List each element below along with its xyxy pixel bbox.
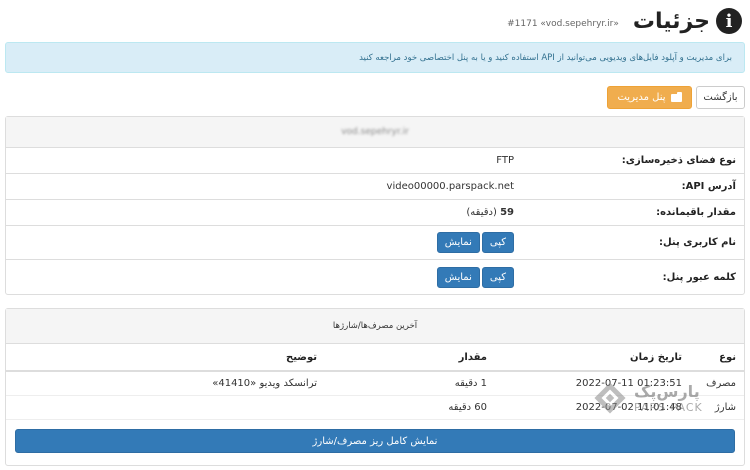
info-alert: برای مدیریت و آپلود فایل‌های ویدیویی می‌… [5,42,745,73]
page-title: جزئیات [632,8,710,34]
remaining-row: مقدار باقیمانده: 59 (دقیقه) [6,200,744,226]
api-address-label: آدرس API: [681,181,736,192]
show-password-button[interactable]: نمایش [436,266,480,288]
panel-password-actions: کپینمایش [6,266,514,288]
parspack-logo-icon [594,382,626,414]
page-subtitle: #1171 «vod.sepehryr.ir» [507,19,619,29]
api-address-row: آدرس API: video00000.parspack.net [6,174,744,200]
remaining-value: 59 (دقیقه) [466,207,514,218]
col-description: توضیح [286,351,317,363]
row-amount: 60 دقیقه [448,402,487,413]
panel-password-row: کلمه عبور پنل: کپینمایش [6,260,744,294]
usage-panel-header: آخرین مصرف‌ها/شارژها [6,309,744,344]
api-address-value: video00000.parspack.net [386,181,514,192]
show-full-usage-button[interactable]: نمایش کامل ریز مصرف/شارژ [15,429,735,453]
page-header: i جزئیات #1171 «vod.sepehryr.ir» [8,6,742,36]
info-circle-icon: i [716,8,742,34]
remaining-label: مقدار باقیمانده: [656,207,736,218]
details-panel: vod.sepehryr.ir نوع فضای ذخیره‌سازی: FTP… [5,116,745,295]
details-panel-header: vod.sepehryr.ir [6,117,744,148]
parspack-logo: پارس‌پک PARS PACK [592,377,722,419]
panel-username-row: نام کاربری پنل: کپینمایش [6,226,744,260]
storage-type-label: نوع فضای ذخیره‌سازی: [621,155,736,166]
panel-username-label: نام کاربری پنل: [658,237,736,248]
logo-text-en: PARS PACK [634,400,703,414]
col-amount: مقدار [458,351,487,363]
info-alert-text: برای مدیریت و آپلود فایل‌های ویدیویی می‌… [359,52,732,63]
domain-name: vod.sepehryr.ir [341,127,409,137]
copy-username-button[interactable]: کپی [481,232,514,253]
usage-heading: آخرین مصرف‌ها/شارژها [332,321,418,331]
storage-type-row: نوع فضای ذخیره‌سازی: FTP [6,148,744,174]
row-amount: 1 دقیقه [454,378,487,389]
back-button[interactable]: بازگشت [696,86,745,109]
usage-table-header: نوع تاریخ زمان مقدار توضیح [6,344,744,372]
storage-type-value: FTP [496,155,514,166]
copy-password-button[interactable]: کپی [481,266,514,288]
col-type: نوع [719,351,736,363]
management-panel-button[interactable]: پنل مدیریت [607,86,692,109]
row-description: ترانسکد ویدیو «41410» [212,378,317,389]
folder-icon [670,91,682,102]
panel-password-label: کلمه عبور پنل: [662,271,736,283]
management-panel-label: پنل مدیریت [617,92,666,103]
logo-text-fa: پارس‌پک [634,381,700,401]
col-datetime: تاریخ زمان [630,351,682,363]
show-username-button[interactable]: نمایش [436,232,480,253]
panel-username-actions: کپینمایش [6,232,514,253]
